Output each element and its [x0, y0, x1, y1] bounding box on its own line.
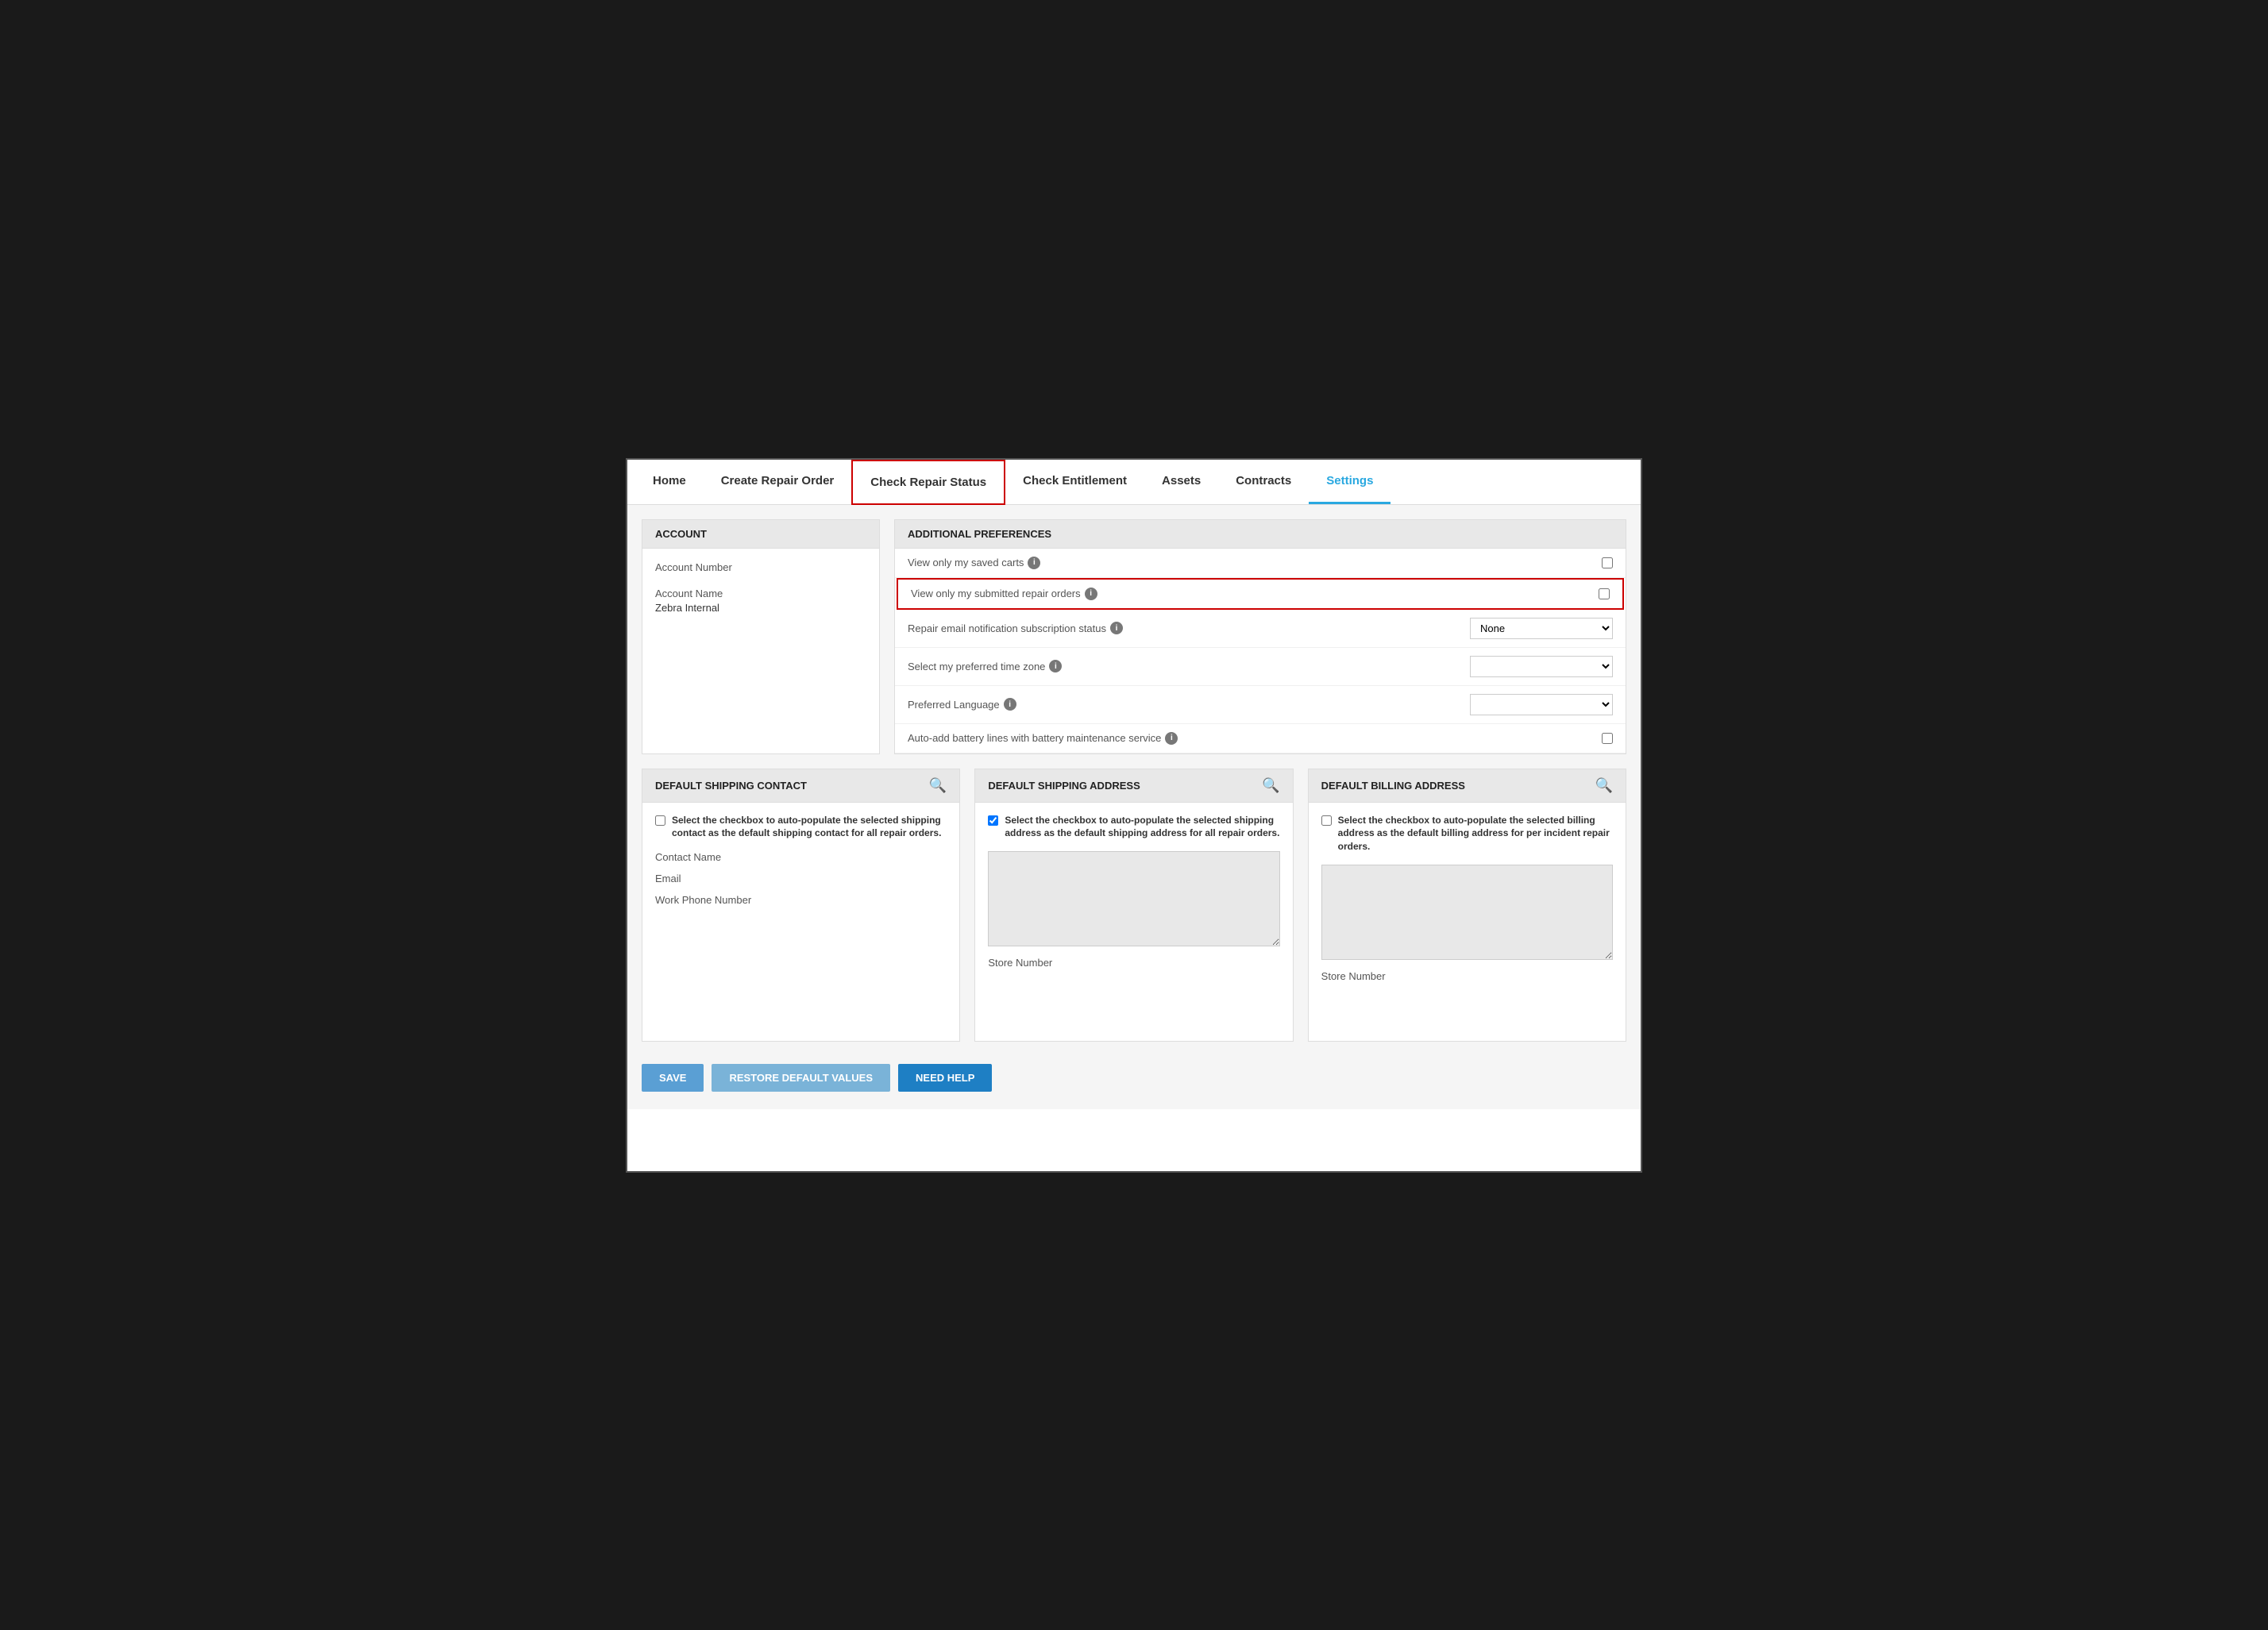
nav-item-create-repair-order[interactable]: Create Repair Order	[704, 460, 852, 504]
language-info-icon[interactable]: i	[1004, 698, 1016, 711]
phone-label: Work Phone Number	[655, 894, 947, 906]
shipping-address-search-icon[interactable]: 🔍	[1262, 777, 1279, 794]
pref-label-timezone: Select my preferred time zone i	[908, 660, 1462, 672]
shipping-address-checkbox[interactable]	[988, 815, 998, 826]
nav-item-check-repair-status[interactable]: Check Repair Status	[851, 460, 1005, 505]
shipping-contact-title: DEFAULT SHIPPING CONTACT	[655, 780, 807, 792]
account-name-label: Account Name	[655, 588, 866, 599]
pref-row-language: Preferred Language i	[895, 686, 1626, 724]
account-name-value: Zebra Internal	[655, 602, 866, 614]
pref-row-saved-carts: View only my saved carts i	[895, 549, 1626, 578]
saved-carts-text: View only my saved carts	[908, 557, 1024, 568]
timezone-control	[1470, 656, 1613, 677]
account-panel: ACCOUNT Account Number Account Name Zebr…	[642, 519, 880, 754]
submitted-orders-control	[1599, 588, 1610, 599]
shipping-address-panel: DEFAULT SHIPPING ADDRESS 🔍 Select the ch…	[974, 769, 1293, 1042]
saved-carts-info-icon[interactable]: i	[1028, 557, 1040, 569]
language-text: Preferred Language	[908, 699, 1000, 711]
timezone-select[interactable]	[1470, 656, 1613, 677]
account-body: Account Number Account Name Zebra Intern…	[642, 549, 879, 641]
shipping-contact-body: Select the checkbox to auto-populate the…	[642, 803, 959, 1041]
shipping-address-store-number: Store Number	[988, 957, 1279, 969]
battery-checkbox[interactable]	[1602, 733, 1613, 744]
account-header: ACCOUNT	[642, 520, 879, 549]
billing-address-search-icon[interactable]: 🔍	[1595, 777, 1613, 794]
nav-item-contracts[interactable]: Contracts	[1218, 460, 1309, 504]
account-number-row: Account Number	[655, 561, 866, 573]
pref-label-language: Preferred Language i	[908, 698, 1462, 711]
billing-address-body: Select the checkbox to auto-populate the…	[1309, 803, 1626, 1041]
billing-address-store-number: Store Number	[1321, 970, 1613, 982]
language-control	[1470, 694, 1613, 715]
nav-item-settings[interactable]: Settings	[1309, 460, 1390, 504]
nav-item-assets[interactable]: Assets	[1144, 460, 1218, 504]
shipping-contact-search-icon[interactable]: 🔍	[929, 777, 947, 794]
shipping-address-checkbox-row: Select the checkbox to auto-populate the…	[988, 814, 1279, 841]
timezone-info-icon[interactable]: i	[1049, 660, 1062, 672]
nav-item-check-entitlement[interactable]: Check Entitlement	[1005, 460, 1144, 504]
shipping-contact-checkbox[interactable]	[655, 815, 665, 826]
pref-label-email-notification: Repair email notification subscription s…	[908, 622, 1462, 634]
save-button[interactable]: SAVE	[642, 1064, 704, 1092]
battery-control	[1602, 733, 1613, 744]
account-name-row: Account Name Zebra Internal	[655, 588, 866, 614]
billing-address-panel: DEFAULT BILLING ADDRESS 🔍 Select the che…	[1308, 769, 1626, 1042]
language-select[interactable]	[1470, 694, 1613, 715]
billing-address-checkbox-text: Select the checkbox to auto-populate the…	[1338, 814, 1613, 854]
pref-row-submitted-orders: View only my submitted repair orders i	[897, 578, 1624, 610]
billing-address-title: DEFAULT BILLING ADDRESS	[1321, 780, 1465, 792]
page-content: ACCOUNT Account Number Account Name Zebr…	[627, 505, 1641, 1109]
top-section: ACCOUNT Account Number Account Name Zebr…	[642, 519, 1626, 754]
submitted-orders-info-icon[interactable]: i	[1085, 588, 1097, 600]
billing-address-header: DEFAULT BILLING ADDRESS 🔍	[1309, 769, 1626, 803]
billing-address-checkbox[interactable]	[1321, 815, 1332, 826]
timezone-text: Select my preferred time zone	[908, 661, 1045, 672]
shipping-address-title: DEFAULT SHIPPING ADDRESS	[988, 780, 1140, 792]
submitted-orders-checkbox[interactable]	[1599, 588, 1610, 599]
shipping-address-body: Select the checkbox to auto-populate the…	[975, 803, 1292, 1041]
pref-row-battery: Auto-add battery lines with battery main…	[895, 724, 1626, 753]
shipping-contact-checkbox-row: Select the checkbox to auto-populate the…	[655, 814, 947, 841]
shipping-contact-checkbox-text: Select the checkbox to auto-populate the…	[672, 814, 947, 841]
prefs-header: ADDITIONAL PREFERENCES	[895, 520, 1626, 549]
footer-buttons: SAVE RESTORE DEFAULT VALUES NEED HELP	[642, 1056, 1626, 1095]
pref-row-email-notification: Repair email notification subscription s…	[895, 610, 1626, 648]
contact-name-label: Contact Name	[655, 851, 947, 863]
shipping-address-checkbox-text: Select the checkbox to auto-populate the…	[1005, 814, 1279, 841]
shipping-address-header: DEFAULT SHIPPING ADDRESS 🔍	[975, 769, 1292, 803]
submitted-orders-text: View only my submitted repair orders	[911, 588, 1081, 599]
pref-label-saved-carts: View only my saved carts i	[908, 557, 1594, 569]
billing-address-checkbox-row: Select the checkbox to auto-populate the…	[1321, 814, 1613, 854]
account-number-label: Account Number	[655, 561, 866, 573]
pref-label-submitted-orders: View only my submitted repair orders i	[911, 588, 1591, 600]
shipping-address-textarea[interactable]	[988, 851, 1279, 946]
email-notification-info-icon[interactable]: i	[1110, 622, 1123, 634]
nav-bar: Home Create Repair Order Check Repair St…	[627, 460, 1641, 505]
shipping-contact-header: DEFAULT SHIPPING CONTACT 🔍	[642, 769, 959, 803]
email-label: Email	[655, 873, 947, 884]
help-button[interactable]: NEED HELP	[898, 1064, 992, 1092]
restore-button[interactable]: RESTORE DEFAULT VALUES	[712, 1064, 890, 1092]
email-notification-select[interactable]: None All Custom	[1470, 618, 1613, 639]
email-notification-control: None All Custom	[1470, 618, 1613, 639]
shipping-contact-panel: DEFAULT SHIPPING CONTACT 🔍 Select the ch…	[642, 769, 960, 1042]
main-container: Home Create Repair Order Check Repair St…	[626, 458, 1642, 1173]
saved-carts-control	[1602, 557, 1613, 568]
nav-item-home[interactable]: Home	[635, 460, 704, 504]
email-notification-text: Repair email notification subscription s…	[908, 622, 1106, 634]
pref-label-battery: Auto-add battery lines with battery main…	[908, 732, 1594, 745]
prefs-panel: ADDITIONAL PREFERENCES View only my save…	[894, 519, 1626, 754]
battery-info-icon[interactable]: i	[1165, 732, 1178, 745]
billing-address-textarea[interactable]	[1321, 865, 1613, 960]
saved-carts-checkbox[interactable]	[1602, 557, 1613, 568]
pref-row-timezone: Select my preferred time zone i	[895, 648, 1626, 686]
battery-text: Auto-add battery lines with battery main…	[908, 732, 1161, 744]
bottom-section: DEFAULT SHIPPING CONTACT 🔍 Select the ch…	[642, 769, 1626, 1042]
